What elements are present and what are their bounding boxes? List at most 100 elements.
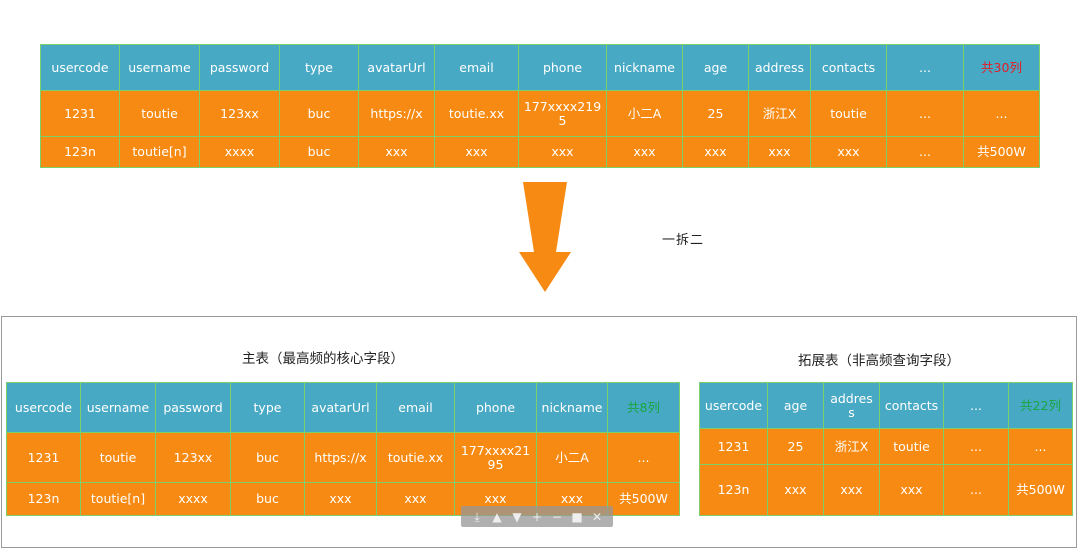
table-row: 1231 toutie 123xx buc https://x toutie.x… [6, 432, 680, 483]
table-cell: ... [943, 428, 1009, 465]
table-cell: xxx [518, 136, 607, 168]
table-cell: toutie.xx [434, 90, 519, 137]
table-cell: 小二A [536, 432, 608, 483]
header-cell: age [682, 44, 749, 91]
header-cell: username [80, 382, 156, 433]
table-cell: 浙江X [823, 428, 880, 465]
table-cell: xxx [748, 136, 811, 168]
main-table: usercode username password type avatarUr… [6, 382, 680, 516]
table-cell: 123xx [155, 432, 231, 483]
table-cell: xxx [358, 136, 435, 168]
split-label: 一拆二 [662, 233, 705, 248]
column-count-label: 共8列 [607, 382, 680, 433]
table-cell: ... [886, 90, 964, 137]
original-table: usercode username password type avatarUr… [40, 44, 1040, 168]
header-cell: avatarUrl [304, 382, 377, 433]
header-cell: age [767, 382, 824, 429]
column-count-label: 共30列 [963, 44, 1040, 91]
split-arrow-icon [519, 182, 571, 292]
table-cell: 177xxxx2195 [518, 90, 607, 137]
table-cell: 123n [40, 136, 120, 168]
header-cell: address [823, 382, 880, 429]
arrow-down-icon[interactable]: ▼ [511, 511, 524, 523]
header-cell: usercode [699, 382, 768, 429]
table-cell: ... [607, 432, 680, 483]
table-cell: xxx [810, 136, 887, 168]
header-cell: password [155, 382, 231, 433]
header-cell: nickname [606, 44, 683, 91]
table-cell: buc [279, 136, 359, 168]
header-cell: phone [518, 44, 607, 91]
table-cell: buc [230, 482, 305, 516]
table-cell: 123xx [199, 90, 280, 137]
header-cell: email [434, 44, 519, 91]
table-cell: 123n [6, 482, 81, 516]
table-cell: toutie [810, 90, 887, 137]
table-row: 123n xxx xxx xxx ... 共500W [699, 464, 1073, 516]
table-cell: ... [963, 90, 1040, 137]
table-cell: toutie [879, 428, 944, 465]
table-cell: https://x [304, 432, 377, 483]
header-cell: type [279, 44, 359, 91]
table-row: 1231 toutie 123xx buc https://x toutie.x… [40, 90, 1040, 137]
header-cell: contacts [810, 44, 887, 91]
table-cell: toutie [119, 90, 200, 137]
square-icon[interactable]: ■ [571, 511, 584, 523]
table-cell: xxx [376, 482, 455, 516]
table-cell: xxx [767, 464, 824, 516]
table-cell: 1231 [699, 428, 768, 465]
ext-table: usercode age address contacts ... 共22列 1… [699, 382, 1073, 516]
table-cell: buc [279, 90, 359, 137]
ext-table-title: 拓展表（非高频查询字段） [798, 353, 960, 369]
table-cell: 1231 [40, 90, 120, 137]
table-cell: xxx [304, 482, 377, 516]
image-viewer-toolbar: ⤓ ▲ ▼ + − ■ ✕ [461, 506, 613, 527]
header-cell: address [748, 44, 811, 91]
header-cell: ... [943, 382, 1009, 429]
table-cell: 123n [699, 464, 768, 516]
minus-icon[interactable]: − [551, 511, 564, 523]
table-cell: 浙江X [748, 90, 811, 137]
original-table-header: usercode username password type avatarUr… [40, 44, 1040, 91]
table-cell: xxxx [199, 136, 280, 168]
header-cell: phone [454, 382, 537, 433]
table-cell: 177xxxx2195 [454, 432, 537, 483]
header-cell: usercode [40, 44, 120, 91]
header-cell: username [119, 44, 200, 91]
header-cell: type [230, 382, 305, 433]
row-count-label: 共500W [1008, 464, 1073, 516]
table-cell: 25 [682, 90, 749, 137]
table-cell: toutie.xx [376, 432, 455, 483]
close-icon[interactable]: ✕ [591, 511, 604, 523]
table-cell: 1231 [6, 432, 81, 483]
table-row: 123n toutie[n] xxxx buc xxx xxx xxx xxx … [40, 136, 1040, 168]
table-cell: 25 [767, 428, 824, 465]
download-icon[interactable]: ⤓ [471, 511, 484, 523]
ext-table-header: usercode age address contacts ... 共22列 [699, 382, 1073, 429]
arrow-up-icon[interactable]: ▲ [491, 511, 504, 523]
row-count-label: 共500W [963, 136, 1040, 168]
table-cell: xxx [606, 136, 683, 168]
plus-icon[interactable]: + [531, 511, 544, 523]
table-cell: https://x [358, 90, 435, 137]
main-table-header: usercode username password type avatarUr… [6, 382, 680, 433]
header-cell: contacts [879, 382, 944, 429]
table-cell: toutie [80, 432, 156, 483]
table-cell: xxxx [155, 482, 231, 516]
table-cell: ... [943, 464, 1009, 516]
row-count-label: 共500W [607, 482, 680, 516]
table-cell: xxx [879, 464, 944, 516]
table-cell: xxx [682, 136, 749, 168]
table-cell: ... [1008, 428, 1073, 465]
header-cell: nickname [536, 382, 608, 433]
header-cell: ... [886, 44, 964, 91]
table-cell: xxx [434, 136, 519, 168]
main-table-title: 主表（最高频的核心字段） [242, 351, 404, 367]
table-cell: 小二A [606, 90, 683, 137]
table-cell: xxx [823, 464, 880, 516]
header-cell: usercode [6, 382, 81, 433]
table-cell: toutie[n] [119, 136, 200, 168]
header-cell: avatarUrl [358, 44, 435, 91]
table-row: 1231 25 浙江X toutie ... ... [699, 428, 1073, 465]
header-cell: password [199, 44, 280, 91]
